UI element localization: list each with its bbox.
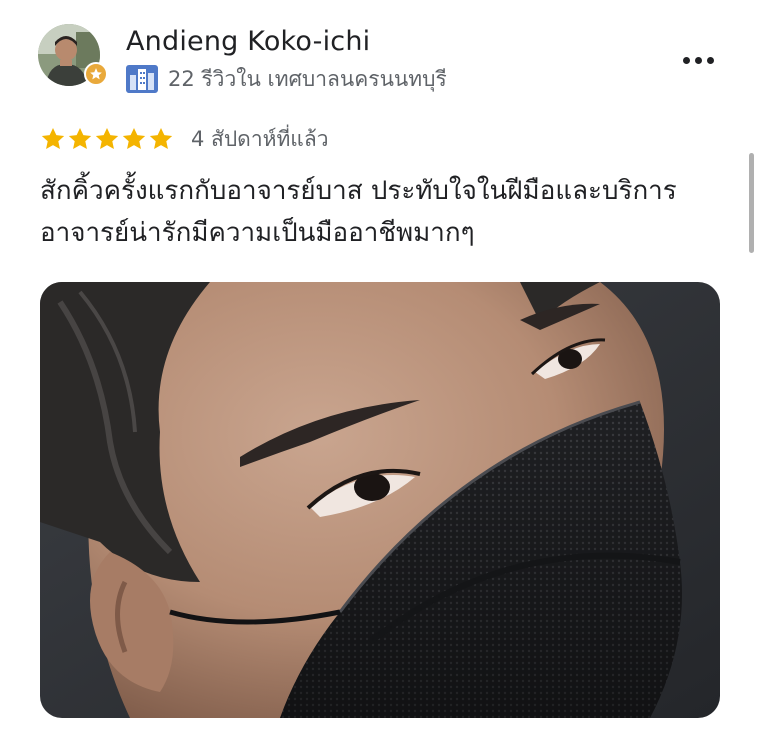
reviews-count-location[interactable]: 22 รีวิวใน เทศบาลนครนนทบุรี xyxy=(168,63,447,96)
review-date: 4 สัปดาห์ที่แล้ว xyxy=(191,126,329,151)
review-text-line: สักคิ้วครั้งแรกกับอาจารย์บาส ประทับใจในฝ… xyxy=(40,176,677,206)
review-photo[interactable] xyxy=(40,282,720,718)
star-rating: 4 สัปดาห์ที่แล้ว xyxy=(40,124,329,154)
star-icon xyxy=(122,127,146,149)
star-icon xyxy=(149,127,173,149)
review-text: สักคิ้วครั้งแรกกับอาจารย์บาส ประทับใจในฝ… xyxy=(40,170,730,254)
review-text-line: อาจารย์น่ารักมีความเป็นมืออาชีพมากๆ xyxy=(40,218,475,248)
star-icon xyxy=(95,127,119,149)
stars-row xyxy=(40,126,175,152)
city-buildings-icon xyxy=(126,65,158,93)
local-guide-badge-icon xyxy=(84,62,108,86)
star-icon xyxy=(68,127,92,149)
more-options-icon[interactable] xyxy=(672,40,724,80)
reviewer-name[interactable]: Andieng Koko-ichi xyxy=(126,26,370,57)
reviewer-meta: 22 รีวิวใน เทศบาลนครนนทบุรี xyxy=(126,64,447,94)
review-card: Andieng Koko-ichi 22 รีวิวใน เทศบาลนครนน… xyxy=(0,0,760,739)
star-icon xyxy=(41,127,65,149)
scrollbar[interactable] xyxy=(749,153,754,253)
